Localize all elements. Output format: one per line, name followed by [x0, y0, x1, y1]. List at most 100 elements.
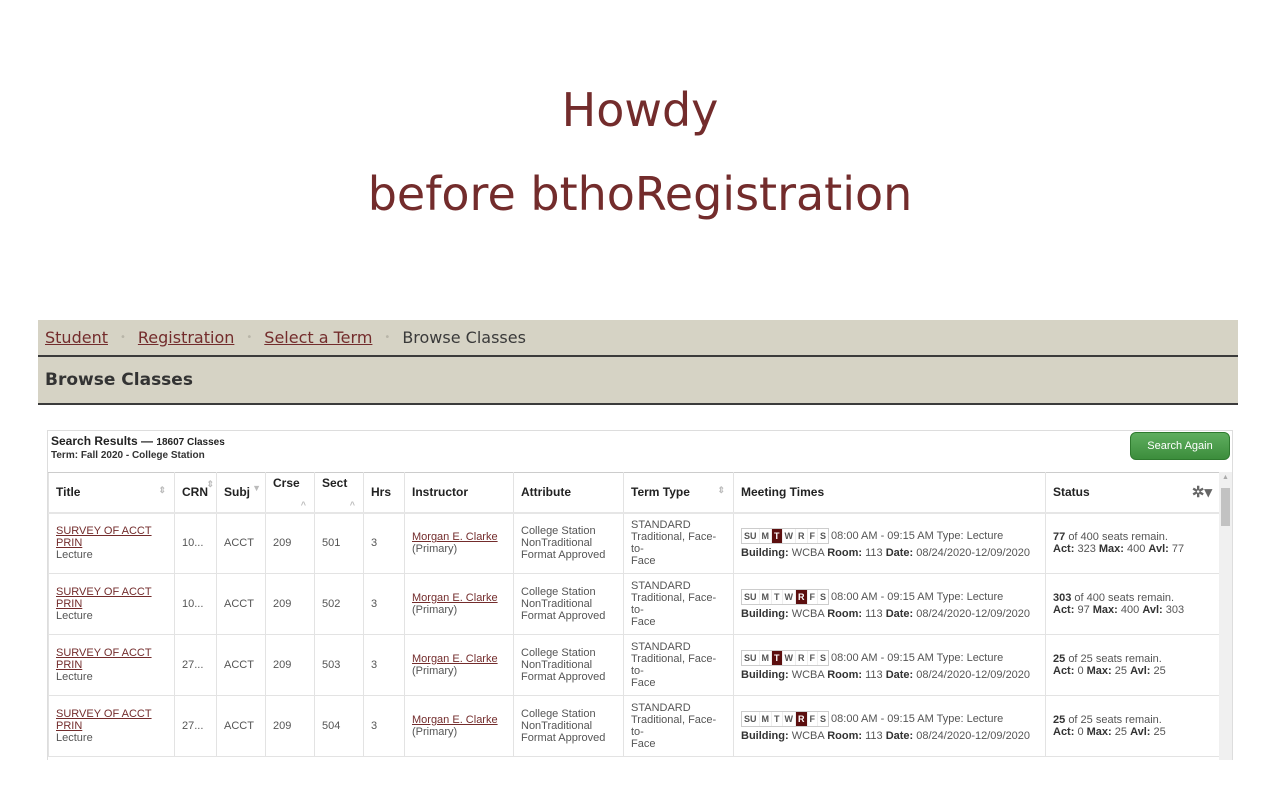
column-hrs[interactable]: Hrs — [363, 472, 405, 514]
day-r: R — [796, 528, 808, 543]
cell-hrs: 3 — [363, 573, 405, 635]
day-of-week-indicator: SU M T W R F S — [741, 649, 830, 666]
cell-instructor: Morgan E. Clarke (Primary) — [404, 573, 514, 635]
column-term-type[interactable]: Term Type ⇕ — [623, 472, 734, 514]
breadcrumb-registration[interactable]: Registration — [138, 328, 234, 347]
cell-sect: 501 — [314, 512, 364, 574]
cell-term-type: STANDARD Traditional, Face-to- Face — [623, 634, 734, 696]
scroll-up-icon[interactable]: ▲ — [1222, 474, 1229, 481]
table-row[interactable]: SURVEY OF ACCT PRIN Lecture 10... ACCT 20… — [48, 512, 1221, 574]
instructor-link[interactable]: Morgan E. Clarke — [412, 714, 498, 726]
instructor-role: (Primary) — [412, 665, 458, 677]
meeting-time: 08:00 AM - 09:15 AM Type: Lecture — [831, 651, 1004, 664]
max-label: Max: — [1098, 543, 1124, 556]
day-of-week-indicator: SU M T W R F S — [741, 588, 830, 605]
table-row[interactable]: SURVEY OF ACCT PRIN Lecture 10... ACCT 20… — [48, 573, 1221, 635]
instructor-role: (Primary) — [412, 726, 458, 738]
day-w: W — [783, 589, 797, 604]
column-subj[interactable]: Subj ▼ — [216, 472, 266, 514]
column-title[interactable]: Title ⇕ — [48, 472, 175, 514]
building-value: WCBA — [791, 546, 825, 559]
building-label: Building: — [741, 729, 789, 742]
cell-crse: 209 — [265, 695, 315, 757]
day-r: R — [796, 711, 808, 726]
vertical-scrollbar[interactable]: ▲ — [1219, 472, 1232, 760]
cell-attribute: College Station NonTraditional Format Appr… — [513, 695, 624, 757]
max-label: Max: — [1092, 604, 1118, 616]
date-value: 08/24/2020-12/09/2020 — [916, 546, 1031, 559]
avl-label: Avl: — [1130, 665, 1151, 677]
scrollbar-thumb[interactable] — [1221, 488, 1230, 526]
day-s: S — [820, 591, 827, 602]
slide-title-line1: Howdy — [561, 83, 719, 137]
slide-title: Howdy before bthoRegistration — [0, 68, 1280, 236]
cell-meeting-times: SU M T W R F S 08:00 AM - 09:15 AM Type: Lectur… — [733, 695, 1046, 757]
cell-hrs: 3 — [363, 512, 405, 574]
day-t: T — [772, 711, 783, 726]
table-row[interactable]: SURVEY OF ACCT PRIN Lecture 27... ACCT 20… — [48, 695, 1221, 757]
day-m: M — [760, 589, 773, 604]
day-t: T — [772, 650, 783, 665]
column-status[interactable]: Status ✲▾ — [1045, 472, 1221, 514]
breadcrumb-separator: • — [384, 332, 391, 343]
max-value: 25 — [1114, 726, 1128, 738]
cell-meeting-times: SU M T W R F S 08:00 AM - 09:15 AM Type: Lectur… — [733, 634, 1046, 696]
day-su: SU — [742, 589, 760, 604]
sort-desc-icon[interactable]: ▼ — [252, 483, 261, 493]
max-label: Max: — [1086, 726, 1112, 738]
cell-meeting-times: SU M T W R F S 08:00 AM - 09:15 AM Type: Lectur… — [733, 512, 1046, 574]
cell-status: 303 of 400 seats remain. Act: 97 Max: 40… — [1045, 573, 1221, 635]
sort-asc-icon[interactable]: ^ — [301, 500, 306, 510]
day-f: F — [808, 589, 819, 604]
cell-crn: 10... — [174, 512, 217, 574]
sort-icon[interactable]: ⇕ — [158, 485, 166, 496]
gear-icon[interactable]: ✲▾ — [1192, 483, 1212, 501]
seats-remaining: 25 — [1053, 653, 1066, 665]
seats-of: of 25 seats remain. — [1068, 653, 1162, 665]
day-w: W — [783, 528, 797, 543]
breadcrumb-student[interactable]: Student — [45, 328, 108, 347]
course-title-link[interactable]: SURVEY OF ACCT PRIN — [56, 647, 152, 671]
column-crse[interactable]: Crse ^ — [265, 472, 315, 514]
instructor-link[interactable]: Morgan E. Clarke — [412, 531, 498, 543]
breadcrumb-select-term[interactable]: Select a Term — [264, 328, 372, 347]
day-of-week-indicator: SU M T W R F S — [741, 710, 830, 727]
day-r: R — [796, 650, 808, 665]
date-label: Date: — [885, 729, 914, 742]
date-label: Date: — [885, 607, 914, 620]
search-again-button[interactable]: Search Again — [1130, 432, 1230, 460]
table-row[interactable]: SURVEY OF ACCT PRIN Lecture 27... ACCT 20… — [48, 634, 1221, 696]
cell-meeting-times: SU M T W R F S 08:00 AM - 09:15 AM Type: Lectur… — [733, 573, 1046, 635]
column-meeting-times[interactable]: Meeting Times — [733, 472, 1046, 514]
slide-title-line2: before bthoRegistration — [367, 167, 913, 221]
building-label: Building: — [741, 607, 789, 620]
avl-value: 77 — [1171, 543, 1185, 556]
act-value: 97 — [1077, 604, 1090, 616]
day-m: M — [760, 528, 773, 543]
cell-attribute: College Station NonTraditional Format Appr… — [513, 512, 624, 574]
avl-value: 303 — [1165, 604, 1185, 616]
sort-icon[interactable]: ⇕ — [717, 485, 725, 496]
results-title: Search Results — 18607 Classes — [51, 434, 225, 448]
cell-crn: 27... — [174, 634, 217, 696]
instructor-role: (Primary) — [412, 543, 458, 556]
course-title-link[interactable]: SURVEY OF ACCT PRIN — [56, 586, 152, 610]
date-value: 08/24/2020-12/09/2020 — [916, 668, 1031, 681]
course-title-link[interactable]: SURVEY OF ACCT PRIN — [56, 708, 152, 732]
column-instructor[interactable]: Instructor — [404, 472, 514, 514]
column-sect[interactable]: Sect ^ — [314, 472, 364, 514]
cell-crn: 27... — [174, 695, 217, 757]
column-crn[interactable]: CRN ⇕ — [174, 472, 217, 514]
sort-asc-icon[interactable]: ^ — [350, 500, 355, 510]
day-t: T — [772, 589, 783, 604]
day-su: SU — [742, 650, 760, 665]
sort-icon[interactable]: ⇕ — [206, 479, 214, 490]
column-attribute[interactable]: Attribute — [513, 472, 624, 514]
cell-title: SURVEY OF ACCT PRIN Lecture — [48, 695, 175, 757]
building-value: WCBA — [791, 729, 825, 742]
instructor-link[interactable]: Morgan E. Clarke — [412, 592, 498, 604]
course-title-link[interactable]: SURVEY OF ACCT PRIN — [56, 525, 152, 549]
day-w: W — [783, 650, 797, 665]
instructor-link[interactable]: Morgan E. Clarke — [412, 653, 498, 665]
cell-title: SURVEY OF ACCT PRIN Lecture — [48, 512, 175, 574]
